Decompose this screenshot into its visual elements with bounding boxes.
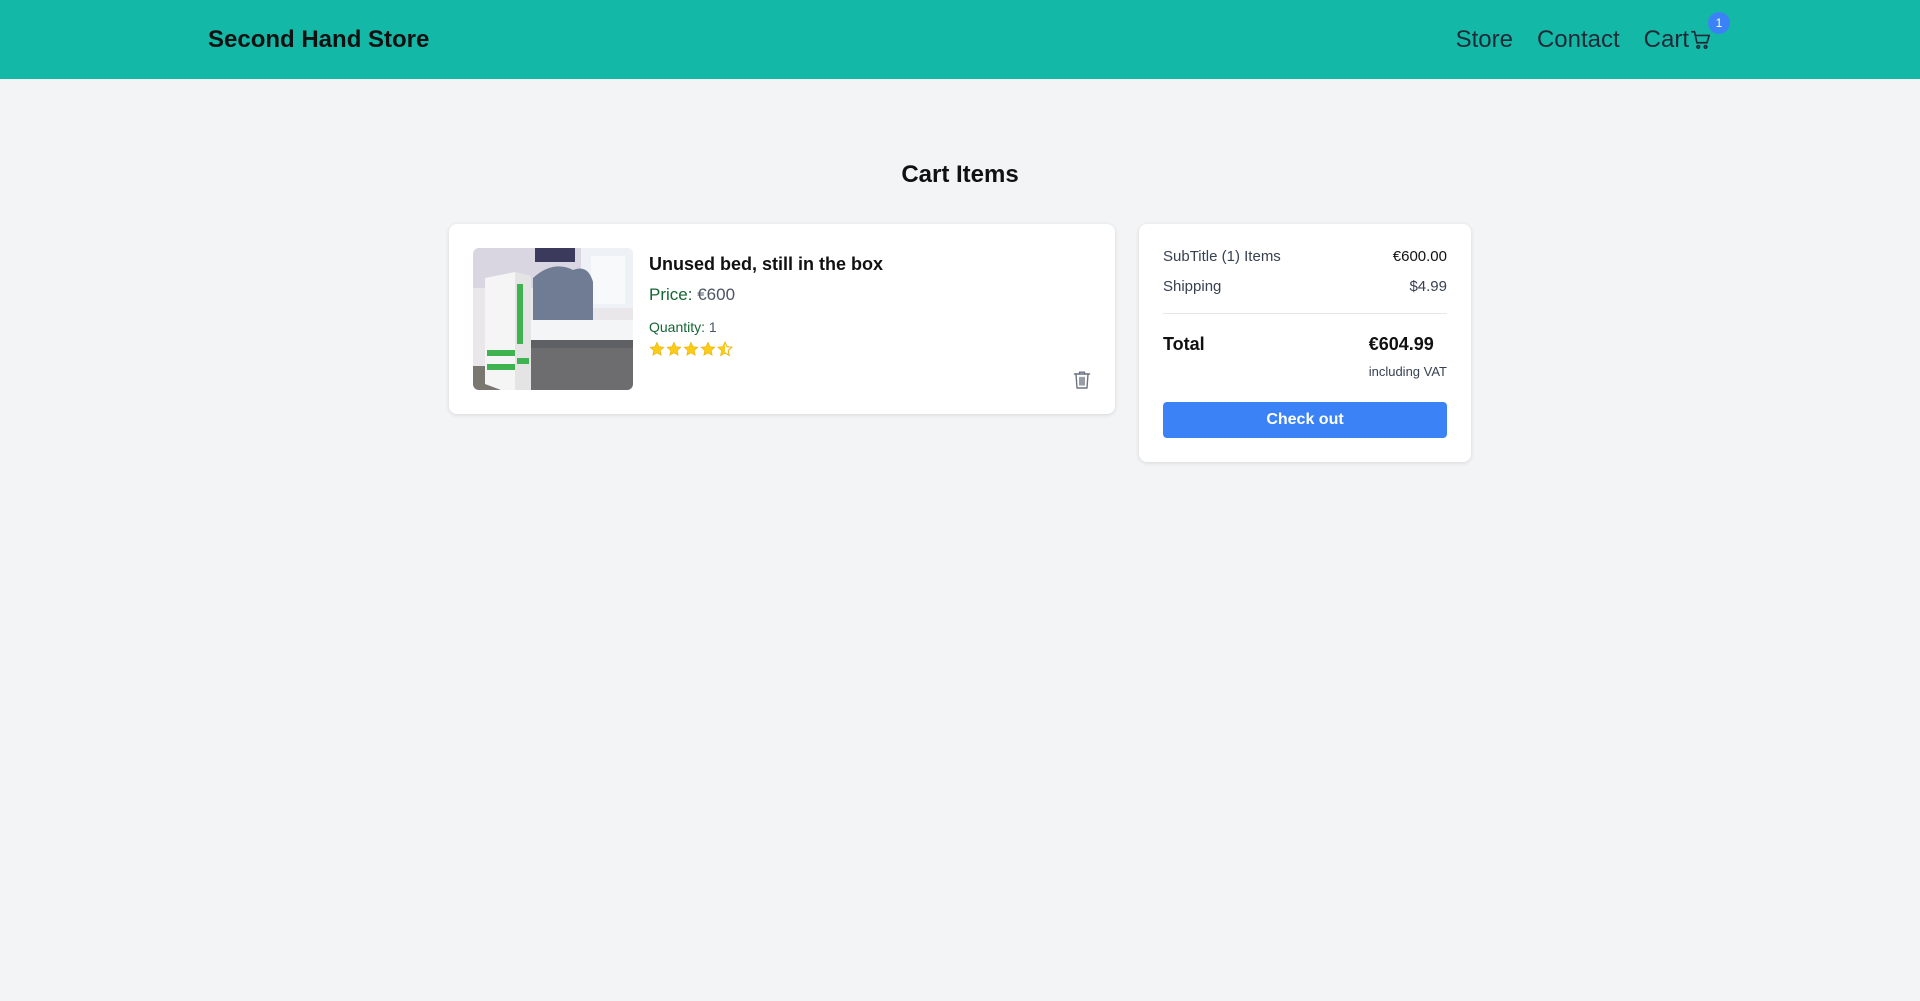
total-row: Total €604.99 including VAT	[1163, 334, 1447, 379]
nav-cart-label: Cart	[1643, 25, 1689, 53]
bed-in-box-photo-icon	[473, 248, 633, 390]
checkout-button[interactable]: Check out	[1163, 402, 1447, 438]
shopping-cart-icon	[1691, 30, 1711, 49]
order-summary-card: SubTitle (1) Items €600.00 Shipping $4.9…	[1139, 224, 1471, 462]
quantity-label: Quantity:	[649, 319, 706, 335]
item-name[interactable]: Unused bed, still in the box	[649, 254, 883, 275]
item-info: Unused bed, still in the box Price: €600…	[649, 248, 883, 390]
total-values: €604.99 including VAT	[1369, 334, 1447, 379]
trash-icon[interactable]	[1073, 370, 1091, 390]
nav-cart-link[interactable]: Cart 1	[1643, 11, 1730, 54]
rating-stars	[649, 341, 883, 357]
summary-divider	[1163, 313, 1447, 314]
star-full-icon	[700, 341, 716, 356]
nav-links: Store Contact Cart 1	[1456, 11, 1730, 54]
subtotal-value: €600.00	[1392, 248, 1447, 265]
price-value: €600	[697, 285, 736, 304]
total-label: Total	[1163, 334, 1205, 354]
cart-item-card: Unused bed, still in the box Price: €600…	[449, 224, 1115, 414]
vat-note: including VAT	[1368, 364, 1447, 379]
cart-count-badge: 1	[1708, 11, 1730, 34]
shipping-label: Shipping	[1163, 278, 1222, 295]
cart-content: Unused bed, still in the box Price: €600…	[449, 224, 1471, 462]
price-label: Price:	[649, 285, 693, 304]
star-full-icon	[649, 341, 665, 356]
quantity-value: 1	[708, 319, 717, 335]
page-title: Cart Items	[901, 161, 1019, 188]
star-full-icon	[683, 341, 699, 356]
navbar: Second Hand Store Store Contact Cart 1	[0, 0, 1920, 79]
shipping-value: $4.99	[1409, 278, 1447, 295]
nav-store-link[interactable]: Store	[1456, 26, 1513, 54]
brand-logo[interactable]: Second Hand Store	[208, 26, 429, 54]
star-half-icon	[717, 341, 733, 357]
item-quantity: Quantity: 1	[649, 319, 883, 335]
product-image[interactable]	[473, 248, 633, 390]
nav-contact-link[interactable]: Contact	[1537, 26, 1620, 54]
subtotal-label: SubTitle (1) Items	[1163, 248, 1281, 265]
subtotal-row: SubTitle (1) Items €600.00	[1163, 248, 1447, 265]
total-value: €604.99	[1368, 334, 1434, 354]
shipping-row: Shipping $4.99	[1163, 278, 1447, 295]
item-price: Price: €600	[649, 285, 883, 305]
star-full-icon	[666, 341, 682, 356]
